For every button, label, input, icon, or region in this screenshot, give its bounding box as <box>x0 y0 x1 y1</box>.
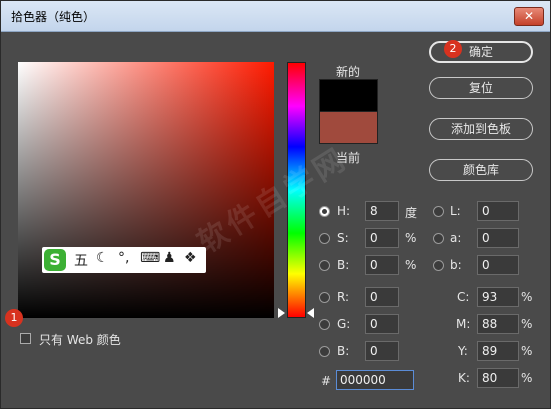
web-colors-label[interactable]: 只有 Web 颜色 <box>39 331 121 348</box>
h-radio[interactable] <box>319 206 330 217</box>
step-badge-1: 1 <box>5 309 23 327</box>
r-label: R: <box>337 290 350 304</box>
c-input[interactable]: 93 <box>477 287 519 307</box>
g-radio[interactable] <box>319 319 330 330</box>
y-input[interactable]: 89 <box>477 341 519 361</box>
s-unit: % <box>405 231 417 245</box>
s-label: S: <box>337 231 349 245</box>
l-label: L: <box>450 204 461 218</box>
y-unit: % <box>521 344 533 358</box>
close-icon[interactable]: ✕ <box>514 7 544 26</box>
add-to-swatches-button[interactable]: 添加到色板 <box>429 118 533 140</box>
keyboard-icon[interactable]: ⌨ <box>140 250 160 266</box>
color-picker-dialog: 拾色器（纯色） ✕ S 五 ☾ °, ⌨ ♟ ❖ 软件自学网 新的 当前 确定 … <box>0 0 551 409</box>
l-radio[interactable] <box>433 206 444 217</box>
g-input[interactable]: 0 <box>365 314 399 334</box>
hue-slider-left-handle[interactable] <box>278 308 285 318</box>
s-radio[interactable] <box>319 233 330 244</box>
color-libraries-button[interactable]: 颜色库 <box>429 159 533 181</box>
blue-radio[interactable] <box>319 346 330 357</box>
r-radio[interactable] <box>319 292 330 303</box>
m-label: M: <box>456 317 471 331</box>
new-color-label: 新的 <box>336 65 361 79</box>
c-unit: % <box>521 290 533 304</box>
grid-icon[interactable]: ❖ <box>184 250 197 266</box>
step-badge-2: 2 <box>444 40 462 58</box>
brightness-radio[interactable] <box>319 260 330 271</box>
ime-mode-label[interactable]: 五 <box>74 250 88 270</box>
r-input[interactable]: 0 <box>365 287 399 307</box>
a-input[interactable]: 0 <box>477 228 519 248</box>
reset-button[interactable]: 复位 <box>429 77 533 99</box>
dialog-title: 拾色器（纯色） <box>11 10 96 24</box>
moon-icon[interactable]: ☾ <box>96 250 109 266</box>
web-colors-checkbox[interactable] <box>20 333 31 344</box>
lab-b-radio[interactable] <box>433 260 444 271</box>
lab-b-input[interactable]: 0 <box>477 255 519 275</box>
punctuation-icon[interactable]: °, <box>118 250 129 266</box>
k-unit: % <box>521 371 533 385</box>
hue-slider-right-handle[interactable] <box>307 308 314 318</box>
hex-input[interactable]: 000000 <box>336 370 414 390</box>
h-label: H: <box>337 204 351 218</box>
y-label: Y: <box>458 344 468 358</box>
m-unit: % <box>521 317 533 331</box>
brightness-input[interactable]: 0 <box>365 255 399 275</box>
ime-toolbar: S 五 ☾ °, ⌨ ♟ ❖ <box>42 247 206 273</box>
k-input[interactable]: 80 <box>477 368 519 388</box>
a-label: a: <box>450 231 462 245</box>
g-label: G: <box>337 317 351 331</box>
blue-label: B: <box>337 344 350 358</box>
h-input[interactable]: 8 <box>365 201 399 221</box>
new-color-swatch <box>319 79 378 112</box>
current-color-swatch[interactable] <box>319 111 378 144</box>
hex-label: # <box>321 374 332 388</box>
user-icon[interactable]: ♟ <box>163 250 176 266</box>
saturation-brightness-field[interactable] <box>18 62 274 318</box>
lab-b-label: b: <box>450 258 462 272</box>
brightness-unit: % <box>405 258 417 272</box>
h-unit: 度 <box>405 206 418 220</box>
blue-input[interactable]: 0 <box>365 341 399 361</box>
c-label: C: <box>457 290 470 304</box>
a-radio[interactable] <box>433 233 444 244</box>
sogou-logo-icon[interactable]: S <box>44 249 66 271</box>
k-label: K: <box>458 371 470 385</box>
brightness-label: B: <box>337 258 350 272</box>
title-bar: 拾色器（纯色） ✕ <box>1 1 550 32</box>
current-color-label: 当前 <box>336 151 361 165</box>
s-input[interactable]: 0 <box>365 228 399 248</box>
m-input[interactable]: 88 <box>477 314 519 334</box>
l-input[interactable]: 0 <box>477 201 519 221</box>
